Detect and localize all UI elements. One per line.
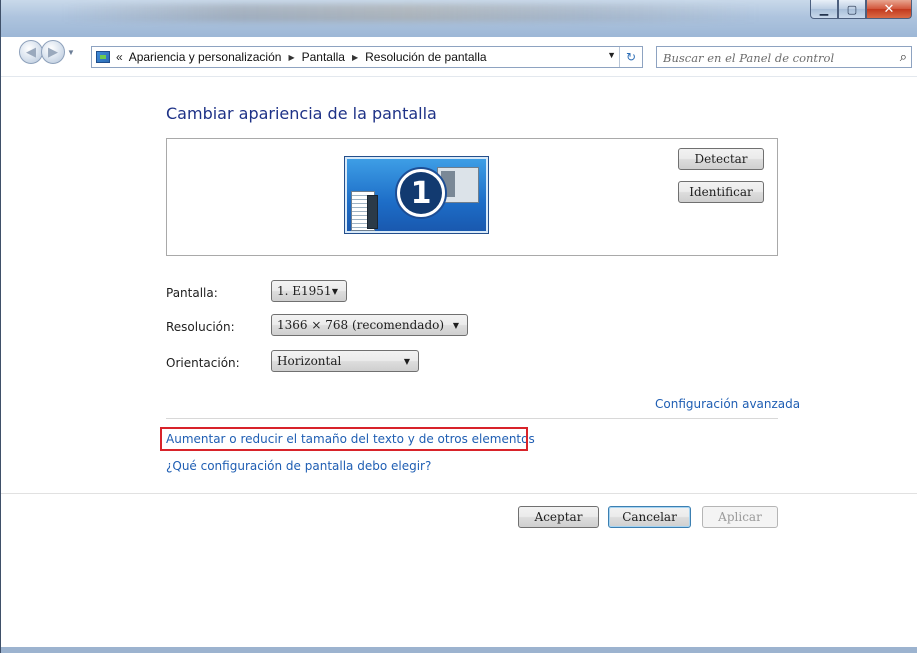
control-panel-icon (96, 51, 110, 63)
navigation-buttons: ◀ ▶ ▼ (19, 40, 75, 64)
monitor-number: 1 (400, 172, 442, 214)
display-help-link[interactable]: ¿Qué configuración de pantalla debo eleg… (166, 459, 431, 473)
orientation-select[interactable]: Horizontal ▼ (271, 350, 419, 372)
advanced-settings-link[interactable]: Configuración avanzada (655, 397, 800, 411)
display-label: Pantalla: (166, 286, 218, 300)
monitor-thumbnail-bar (367, 195, 378, 229)
control-panel-window: ▁ ▢ ✕ ◀ ▶ ▼ « Apariencia y personalizaci… (0, 0, 917, 653)
resolution-select-value: 1366 × 768 (recomendado) (277, 318, 445, 332)
close-button[interactable]: ✕ (866, 0, 912, 19)
minimize-button[interactable]: ▁ (810, 0, 838, 19)
resolution-select[interactable]: 1366 × 768 (recomendado) ▼ (271, 314, 468, 336)
orientation-select-value: Horizontal (277, 354, 342, 368)
resolution-label: Resolución: (166, 320, 235, 334)
monitor-number-badge: 1 (395, 167, 447, 219)
address-dropdown-icon[interactable]: ▼ (607, 50, 616, 60)
back-button[interactable]: ◀ (19, 40, 43, 64)
breadcrumb-separator-icon[interactable]: ▶ (288, 53, 294, 62)
orientation-label: Orientación: (166, 356, 240, 370)
maximize-button[interactable]: ▢ (838, 0, 866, 19)
breadcrumb-overflow-chevron[interactable]: « (116, 50, 123, 64)
apply-button[interactable]: Aplicar (702, 506, 778, 528)
window-bottom-frame (1, 647, 917, 653)
toolbar-divider (1, 76, 917, 77)
search-icon[interactable]: ⌕ (900, 49, 907, 65)
chevron-down-icon: ▼ (331, 287, 338, 296)
address-bar[interactable]: « Apariencia y personalización ▶ Pantall… (91, 46, 643, 68)
refresh-icon[interactable]: ↻ (619, 47, 642, 67)
page-title: Cambiar apariencia de la pantalla (166, 104, 437, 123)
chevron-down-icon: ▼ (403, 357, 410, 366)
title-bar-background-blur (61, 4, 761, 22)
window-controls: ▁ ▢ ✕ (810, 0, 912, 20)
detect-button[interactable]: Detectar (678, 148, 764, 170)
highlight-box (160, 427, 528, 451)
cancel-button[interactable]: Cancelar (608, 506, 691, 528)
breadcrumb-item-screen-resolution[interactable]: Resolución de pantalla (365, 50, 486, 64)
recent-pages-dropdown-icon[interactable]: ▼ (67, 48, 75, 57)
section-divider (166, 418, 778, 419)
breadcrumb-item-display[interactable]: Pantalla (302, 50, 345, 64)
forward-button[interactable]: ▶ (41, 40, 65, 64)
search-box: ⌕ (656, 46, 912, 68)
display-select[interactable]: 1. E1951 ▼ (271, 280, 347, 302)
title-bar: ▁ ▢ ✕ (1, 0, 917, 37)
breadcrumb-item-appearance[interactable]: Apariencia y personalización (129, 50, 282, 64)
breadcrumb-separator-icon[interactable]: ▶ (352, 53, 358, 62)
monitor-1-preview[interactable]: 1 (344, 156, 489, 234)
footer-divider (1, 493, 917, 494)
search-input[interactable] (661, 48, 885, 68)
identify-button[interactable]: Identificar (678, 181, 764, 203)
display-select-value: 1. E1951 (277, 284, 332, 298)
chevron-down-icon: ▼ (452, 321, 459, 330)
ok-button[interactable]: Aceptar (518, 506, 599, 528)
